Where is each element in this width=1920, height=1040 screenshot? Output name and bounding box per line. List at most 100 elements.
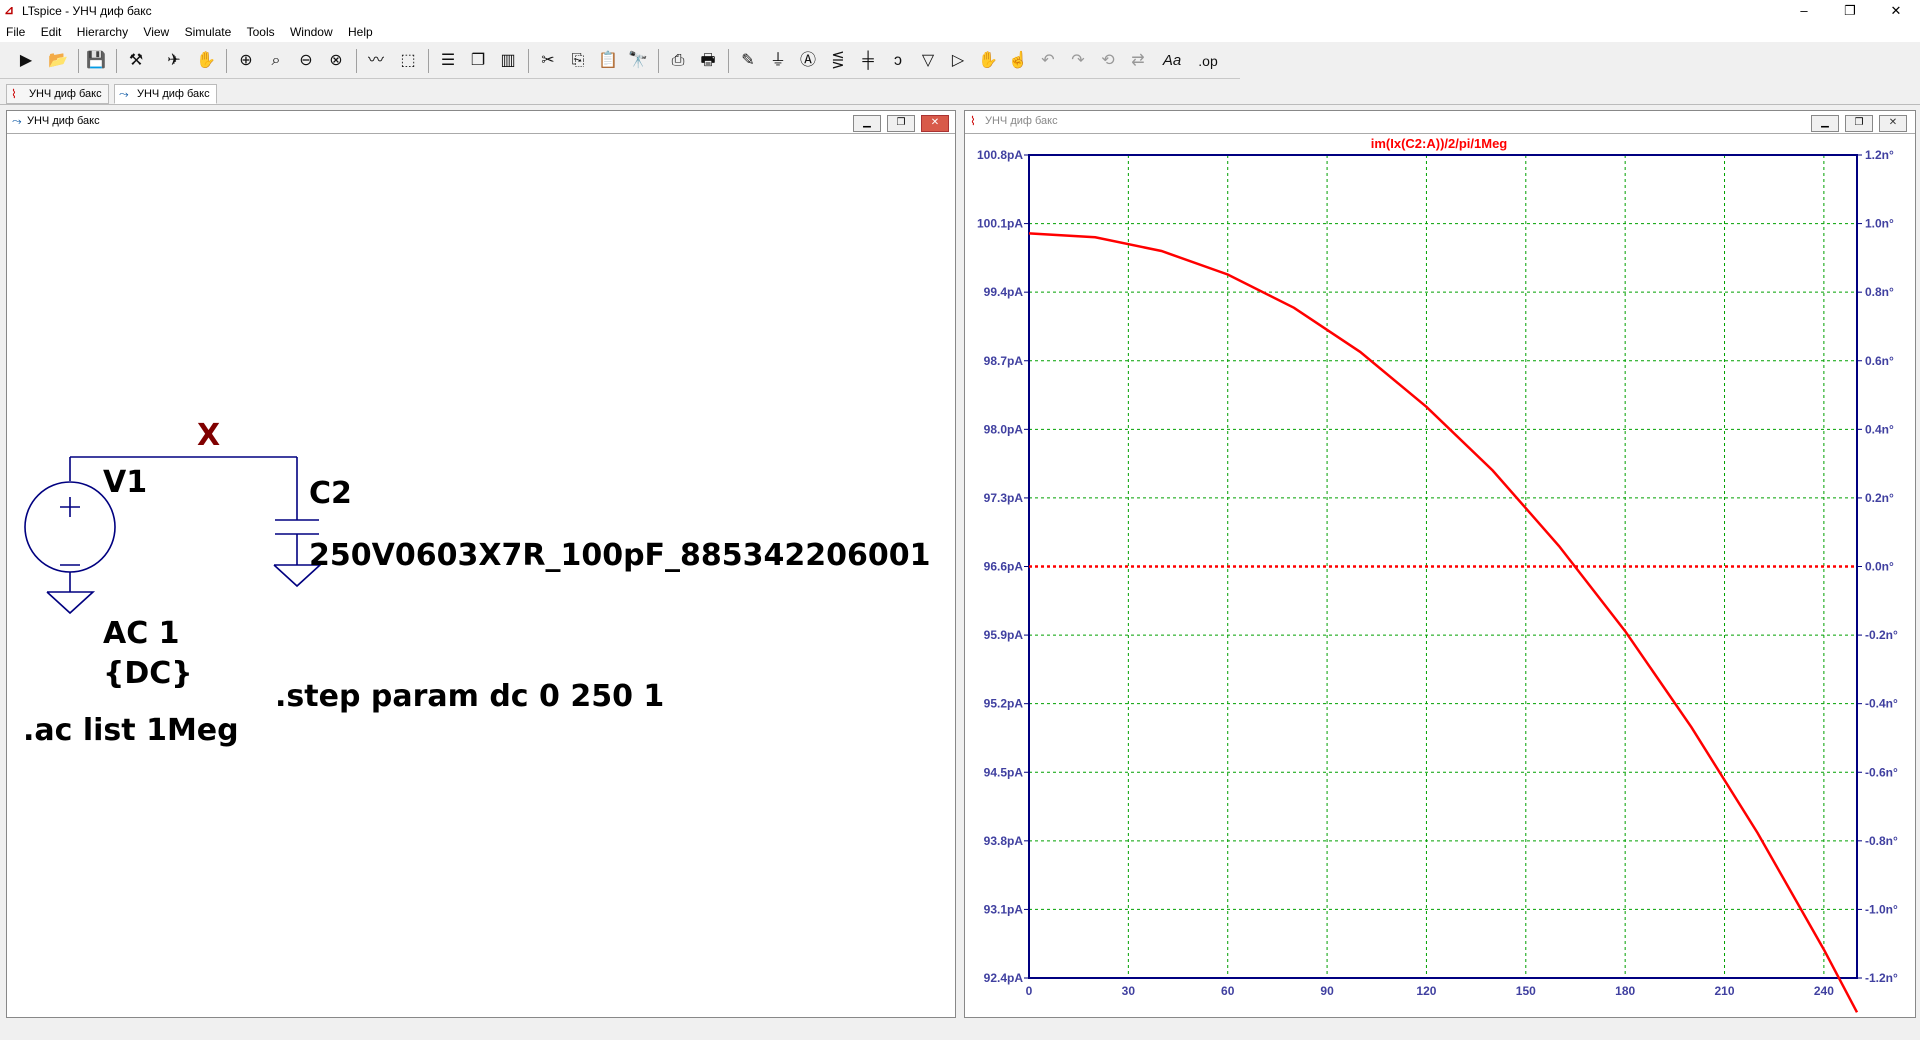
voltage-probe-marker[interactable]: X (197, 418, 220, 453)
text-icon[interactable]: Aa (1160, 50, 1184, 72)
y2-tick-label: -0.2n° (1865, 628, 1898, 642)
zoom-in-icon[interactable]: ⊕ (234, 50, 258, 72)
menu-window[interactable]: Window (284, 22, 339, 39)
y2-tick-label: 0.4n° (1865, 422, 1894, 436)
pan-hand-icon[interactable]: ✋ (194, 50, 218, 72)
y-tick-label: 93.8pA (984, 834, 1024, 848)
toolbar: ▶ 📂 💾 ⚒ ✈ ✋ ⊕ ⌕ ⊖ ⊗ 〰 ⬚ ☰ ❐ ▥ ✂ ⎘ 📋 🔭 ⎙ … (0, 44, 1240, 79)
resistor-icon[interactable]: ⋚ (826, 50, 850, 72)
y2-tick-label: -1.2n° (1865, 971, 1898, 985)
y-tick-label: 98.7pA (984, 354, 1024, 368)
tab-label: УНЧ диф бакс (29, 88, 102, 100)
x-tick-label: 30 (1122, 984, 1136, 998)
undo-icon[interactable]: ↶ (1036, 50, 1060, 72)
copy-icon[interactable]: ⎘ (566, 50, 590, 72)
drag-hand-icon[interactable]: ☝ (1006, 50, 1030, 72)
pencil-icon[interactable]: ✎ (736, 50, 760, 72)
capacitor-icon[interactable]: ╪ (856, 50, 880, 72)
waveform-window[interactable]: ⌇ УНЧ диф бакс ▁ ❐ ✕ 0 30 60 90 120 150 180 210… (964, 110, 1916, 1018)
paste-icon[interactable]: 📋 (596, 50, 620, 72)
hammer-icon[interactable]: ⚒ (124, 50, 148, 72)
window-titlebar: ⊿ LTspice - УНЧ диф бакс – ❐ ✕ (0, 0, 1920, 22)
step-directive[interactable]: .step param dc 0 250 1 (275, 679, 664, 714)
waveform-icon: ⌇ (970, 114, 976, 128)
c2-name-label[interactable]: C2 (309, 476, 352, 511)
c2-value-label[interactable]: 250V0603X7R_100pF_885342206001 (309, 538, 931, 573)
menu-edit[interactable]: Edit (35, 22, 68, 39)
menu-tools[interactable]: Tools (241, 22, 281, 39)
menu-help[interactable]: Help (342, 22, 379, 39)
schematic-close-button[interactable]: ✕ (921, 115, 949, 132)
voltage-source-v1[interactable] (24, 481, 116, 615)
waveform-close-button[interactable]: ✕ (1879, 115, 1907, 132)
y2-tick-label: 0.2n° (1865, 491, 1894, 505)
zoom-out-icon[interactable]: ⊖ (294, 50, 318, 72)
y2-tick-label: -0.8n° (1865, 834, 1898, 848)
plot-series (1028, 232, 1859, 1013)
tile-vertical-icon[interactable]: ▥ (496, 50, 520, 72)
waveform-icon: ⌇ (11, 87, 17, 101)
waveform-icon[interactable]: 〰 (364, 50, 388, 72)
open-icon[interactable]: 📂 (46, 50, 70, 72)
save-icon[interactable]: 💾 (84, 50, 108, 72)
y-tick-label: 99.4pA (984, 285, 1024, 299)
menu-simulate[interactable]: Simulate (179, 22, 238, 39)
schematic-minimize-button[interactable]: ▁ (853, 115, 881, 132)
y-tick-label: 92.4pA (984, 971, 1024, 985)
find-icon[interactable]: 🔭 (626, 50, 650, 72)
schematic-restore-button[interactable]: ❐ (887, 115, 915, 132)
component-icon[interactable]: ▷ (946, 50, 970, 72)
v1-name-label[interactable]: V1 (103, 465, 147, 500)
menu-hierarchy[interactable]: Hierarchy (71, 22, 134, 39)
run-icon[interactable]: ▶ (14, 50, 38, 72)
move-hand-icon[interactable]: ✋ (976, 50, 1000, 72)
spice-directive-icon[interactable]: .op (1196, 50, 1220, 72)
menu-file[interactable]: File (0, 22, 31, 39)
v1-value-label[interactable]: AC 1 (103, 616, 180, 651)
run-man-icon[interactable]: ✈ (162, 50, 186, 72)
tab-waveform[interactable]: ⌇ УНЧ диф бакс (6, 84, 109, 104)
x-tick-label: 240 (1814, 984, 1834, 998)
zoom-fit-icon[interactable]: ⊗ (324, 50, 348, 72)
y-tick-label: 100.8pA (977, 148, 1023, 162)
ac-directive[interactable]: .ac list 1Meg (23, 713, 239, 748)
rotate-icon[interactable]: ⟲ (1096, 50, 1120, 72)
tab-schematic[interactable]: ⤳ УНЧ диф бакс (114, 84, 217, 104)
inductor-icon[interactable]: ↄ (886, 50, 910, 72)
tile-horizontal-icon[interactable]: ☰ (436, 50, 460, 72)
x-tick-label: 180 (1615, 984, 1635, 998)
zoom-area-icon[interactable]: ⌕ (264, 50, 288, 72)
ground-icon[interactable]: ⏚ (766, 50, 790, 72)
label-net-icon[interactable]: Ⓐ (796, 50, 820, 72)
schematic-canvas[interactable]: X V1 AC 1 {DC} C2 250V0603X7R_100pF_8853… (7, 135, 955, 1017)
waveform-plot[interactable]: 0 30 60 90 120 150 180 210 240 100.8pA 100.1pA 99.4… (965, 135, 1915, 1017)
maximize-button[interactable]: ❐ (1827, 0, 1873, 22)
autorange-icon[interactable]: ⬚ (396, 50, 420, 72)
schematic-window[interactable]: ⤳ УНЧ диф бакс ▁ ❐ ✕ X V1 AC 1 {DC} C2 2… (6, 110, 956, 1018)
v1-value2-label[interactable]: {DC} (103, 656, 193, 691)
mirror-icon[interactable]: ⇄ (1126, 50, 1150, 72)
diode-icon[interactable]: ▽ (916, 50, 940, 72)
y-tick-label: 97.3pA (984, 491, 1024, 505)
waveform-restore-button[interactable]: ❐ (1845, 115, 1873, 132)
document-tabbar: ⌇ УНЧ диф бакс ⤳ УНЧ диф бакс (0, 82, 1920, 105)
cascade-icon[interactable]: ❐ (466, 50, 490, 72)
x-tick-label: 210 (1715, 984, 1735, 998)
menu-view[interactable]: View (137, 22, 175, 39)
waveform-window-titlebar: ⌇ УНЧ диф бакс ▁ ❐ ✕ (965, 111, 1915, 134)
minimize-button[interactable]: – (1781, 0, 1827, 22)
waveform-minimize-button[interactable]: ▁ (1811, 115, 1839, 132)
close-button[interactable]: ✕ (1873, 0, 1919, 22)
cut-icon[interactable]: ✂ (536, 50, 560, 72)
print-preview-icon[interactable]: 🖶 (696, 50, 720, 72)
trace-title[interactable]: im(Ix(C2:A))/2/pi/1Meg (1371, 136, 1508, 151)
x-tick-label: 60 (1221, 984, 1235, 998)
y2-tick-label: 0.6n° (1865, 354, 1894, 368)
redo-icon[interactable]: ↷ (1066, 50, 1090, 72)
plot-axes: 0 30 60 90 120 150 180 210 240 100.8pA 100.1pA 99.4… (977, 148, 1898, 998)
print-icon[interactable]: ⎙ (666, 50, 690, 72)
toolbar-separator (356, 49, 357, 73)
y2-tick-label: -0.6n° (1865, 765, 1898, 779)
y-tick-label: 100.1pA (977, 217, 1023, 231)
y2-tick-label: 0.8n° (1865, 285, 1894, 299)
